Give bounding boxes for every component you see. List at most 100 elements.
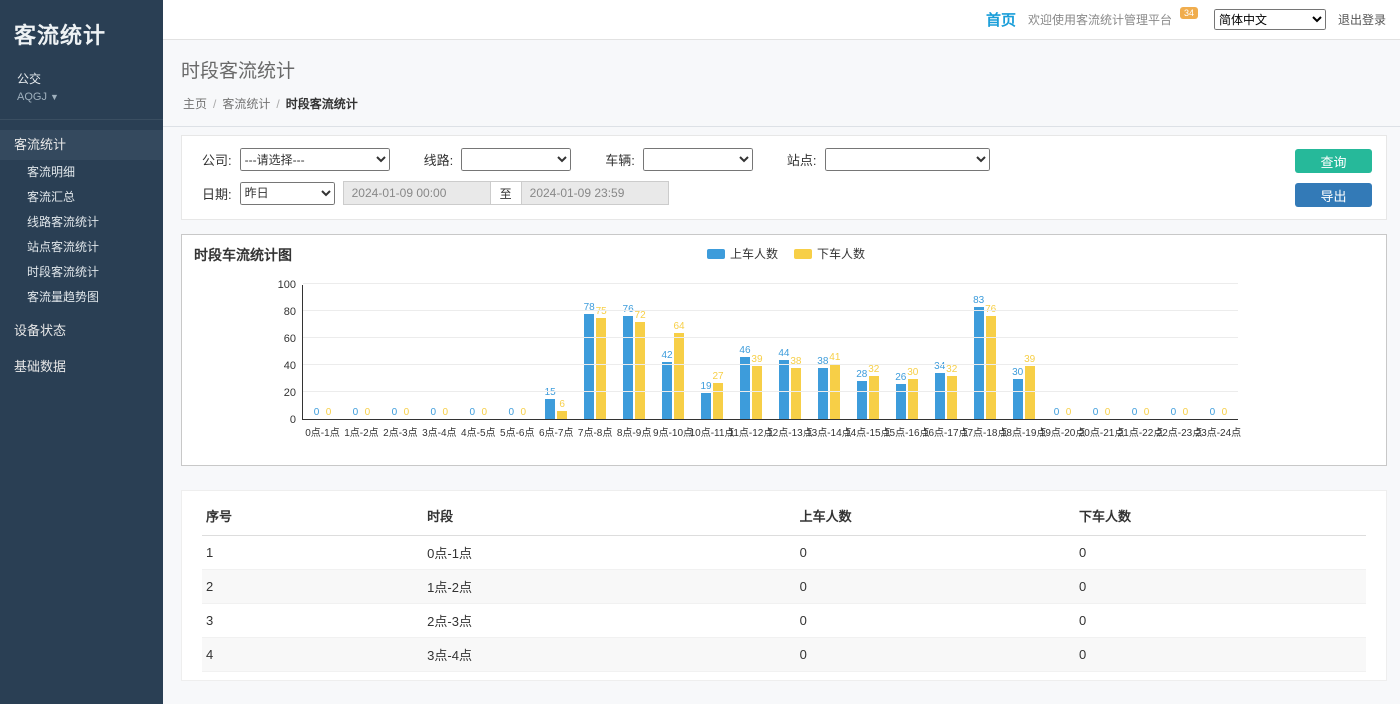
bar-value-label: 0 <box>314 407 320 418</box>
sidebar-section-1[interactable]: 设备状态 <box>0 316 163 346</box>
bar-series-1[interactable]: 30 <box>908 379 918 420</box>
bar-value-label: 32 <box>946 364 957 375</box>
chart-scroll-area[interactable]: 时段车流统计图 上车人数下车人数 000点-1点001点-2点002点-3点00… <box>182 235 1386 465</box>
title-zone: 时段客流统计 主页/客流统计/时段客流统计 <box>163 40 1400 127</box>
filter-panel: 公司: ---请选择--- 线路: 车辆: 站点: 日期: 昨日 至 <box>181 135 1387 220</box>
page-title: 时段客流统计 <box>181 56 1382 83</box>
app-title: 客流统计 <box>0 0 163 60</box>
legend-label: 下车人数 <box>817 245 865 262</box>
export-button[interactable]: 导出 <box>1295 183 1372 207</box>
bar-wrap: 0 <box>428 285 438 419</box>
sidebar-item-0-5[interactable]: 客流量趋势图 <box>0 285 163 310</box>
bar-value-label: 28 <box>856 369 867 380</box>
table-row: 54点-5点00 <box>202 672 1366 682</box>
bar-value-label: 78 <box>584 302 595 313</box>
bar-series-1[interactable]: 6 <box>557 411 567 419</box>
bar-series-0[interactable]: 34 <box>935 373 945 419</box>
bar-series-1[interactable]: 32 <box>869 376 879 419</box>
chart-category-13: 384113点-14点 <box>809 285 848 419</box>
date-start-input[interactable] <box>343 181 491 205</box>
sidebar-item-0-4[interactable]: 时段客流统计 <box>0 260 163 285</box>
sidebar-item-0-2[interactable]: 线路客流统计 <box>0 210 163 235</box>
bar-wrap: 0 <box>1052 285 1062 419</box>
gridline <box>303 283 1238 284</box>
legend-item-1[interactable]: 下车人数 <box>794 245 865 262</box>
legend-label: 上车人数 <box>730 245 778 262</box>
breadcrumb-item-0[interactable]: 主页 <box>183 97 207 111</box>
bar-series-0[interactable]: 83 <box>974 307 984 419</box>
home-link[interactable]: 首页 <box>986 9 1016 30</box>
sidebar-section-0[interactable]: 客流统计 <box>0 130 163 160</box>
table-cell-2-2: 0 <box>796 604 1075 638</box>
company-select[interactable]: ---请选择--- <box>240 148 390 171</box>
bar-value-label: 30 <box>1012 367 1023 378</box>
bar-series-0[interactable]: 38 <box>818 368 828 419</box>
bar-series-0[interactable]: 15 <box>545 399 555 419</box>
bar-wrap: 0 <box>350 285 360 419</box>
line-select[interactable] <box>461 148 571 171</box>
bar-value-label: 0 <box>1093 407 1099 418</box>
table-body: 10点-1点0021点-2点0032点-3点0043点-4点0054点-5点00… <box>202 536 1366 682</box>
bar-series-0[interactable]: 76 <box>623 316 633 419</box>
bar-series-1[interactable]: 27 <box>713 383 723 419</box>
chart-category-0: 000点-1点 <box>303 285 342 419</box>
sidebar-section-2[interactable]: 基础数据 <box>0 352 163 382</box>
gridline <box>303 337 1238 338</box>
legend-item-0[interactable]: 上车人数 <box>707 245 778 262</box>
chart-category-9: 42649点-10点 <box>654 285 693 419</box>
chart-category-1: 001点-2点 <box>342 285 381 419</box>
language-select[interactable]: 简体中文 <box>1214 9 1326 30</box>
notification-badge[interactable]: 34 <box>1180 7 1198 19</box>
bar-series-1[interactable]: 39 <box>752 366 762 419</box>
bar-series-0[interactable]: 30 <box>1013 379 1023 420</box>
table-cell-3-3: 0 <box>1075 638 1366 672</box>
sidebar-item-0-1[interactable]: 客流汇总 <box>0 185 163 210</box>
bar-wrap: 83 <box>974 285 984 419</box>
station-select[interactable] <box>825 148 990 171</box>
x-axis-tick-label: 0点-1点 <box>305 424 339 439</box>
bar-series-1[interactable]: 32 <box>947 376 957 419</box>
chart-category-15: 263015点-16点 <box>887 285 926 419</box>
bar-wrap: 44 <box>779 285 789 419</box>
bar-wrap: 75 <box>596 285 606 419</box>
vehicle-select[interactable] <box>643 148 753 171</box>
bar-wrap: 0 <box>1219 285 1229 419</box>
bar-series-0[interactable]: 44 <box>779 360 789 419</box>
gridline <box>303 391 1238 392</box>
table-cell-4-2: 0 <box>796 672 1075 682</box>
sidebar: 客流统计 公交 AQGJ▼ 客流统计客流明细客流汇总线路客流统计站点客流统计时段… <box>0 0 163 704</box>
bar-series-0[interactable]: 26 <box>896 384 906 419</box>
chart-category-17: 837617点-18点 <box>965 285 1004 419</box>
bar-series-0[interactable]: 78 <box>584 314 594 419</box>
query-button[interactable]: 查询 <box>1295 149 1372 173</box>
y-axis-tick-label: 0 <box>260 414 296 426</box>
result-table-panel: 序号时段上车人数下车人数 10点-1点0021点-2点0032点-3点0043点… <box>181 490 1387 681</box>
bar-value-label: 6 <box>559 399 565 410</box>
bar-series-1[interactable]: 76 <box>986 316 996 419</box>
chart-category-23: 0023点-24点 <box>1199 285 1238 419</box>
x-axis-tick-label: 6点-7点 <box>539 424 573 439</box>
bar-series-1[interactable]: 75 <box>596 318 606 419</box>
bar-wrap: 46 <box>740 285 750 419</box>
bar-series-0[interactable]: 46 <box>740 357 750 419</box>
bar-series-1[interactable]: 64 <box>674 333 684 419</box>
bar-wrap: 0 <box>1129 285 1139 419</box>
bar-series-1[interactable]: 39 <box>1025 366 1035 419</box>
logout-link[interactable]: 退出登录 <box>1338 11 1386 28</box>
bar-series-1[interactable]: 38 <box>791 368 801 419</box>
sidebar-item-0-0[interactable]: 客流明细 <box>0 160 163 185</box>
chart-panel: 时段车流统计图 上车人数下车人数 000点-1点001点-2点002点-3点00… <box>181 234 1387 466</box>
bar-value-label: 0 <box>482 407 488 418</box>
sidebar-item-0-3[interactable]: 站点客流统计 <box>0 235 163 260</box>
table-header-2: 上车人数 <box>796 493 1075 536</box>
sub-org-toggle[interactable]: AQGJ▼ <box>0 89 163 113</box>
table-cell-1-0: 2 <box>202 570 423 604</box>
date-end-input[interactable] <box>521 181 669 205</box>
bar-series-0[interactable]: 19 <box>701 393 711 419</box>
bar-value-label: 0 <box>365 407 371 418</box>
x-axis-tick-label: 9点-10点 <box>653 424 693 439</box>
date-preset-select[interactable]: 昨日 <box>240 182 335 205</box>
bar-value-label: 0 <box>1144 407 1150 418</box>
breadcrumb-item-1[interactable]: 客流统计 <box>222 97 270 111</box>
bar-series-0[interactable]: 28 <box>857 381 867 419</box>
